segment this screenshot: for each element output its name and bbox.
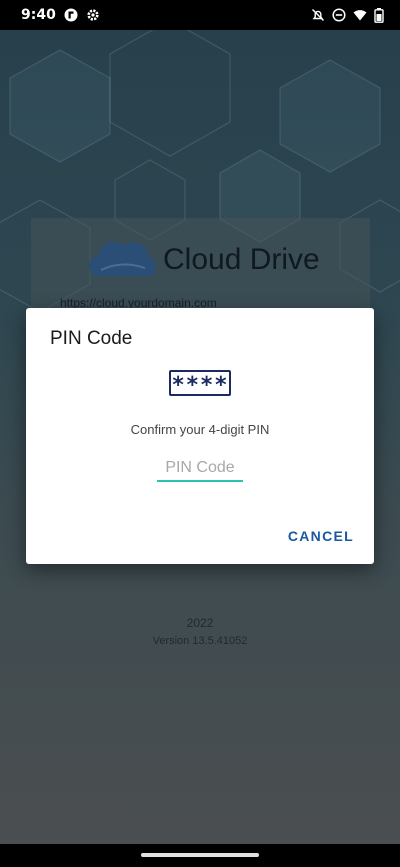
home-gesture-handle[interactable]	[141, 853, 259, 857]
status-time: 9:40	[21, 7, 56, 23]
status-bar: 9:40	[0, 0, 400, 30]
battery-icon	[374, 8, 388, 23]
pin-icon: ****	[169, 370, 231, 397]
settings-gear-icon	[86, 8, 100, 22]
footer-year: 2022	[186, 616, 214, 630]
pin-code-input[interactable]	[157, 456, 243, 482]
notifications-off-icon	[311, 8, 325, 22]
cancel-button[interactable]: CANCEL	[288, 528, 354, 544]
dialog-message: Confirm your 4-digit PIN	[130, 422, 270, 437]
app-logo-icon	[64, 8, 78, 22]
brand-title: Cloud Drive	[163, 242, 320, 276]
pin-code-dialog: PIN Code **** Confirm your 4-digit PIN C…	[26, 308, 374, 564]
do-not-disturb-icon	[332, 8, 346, 22]
navigation-bar	[0, 844, 400, 867]
wifi-icon	[353, 8, 367, 22]
brand-logo: Cloud Drive	[89, 236, 320, 283]
dialog-title: PIN Code	[50, 328, 133, 349]
cloud-logo-icon	[89, 236, 158, 283]
footer-version: Version 13.5.41052	[152, 635, 248, 647]
